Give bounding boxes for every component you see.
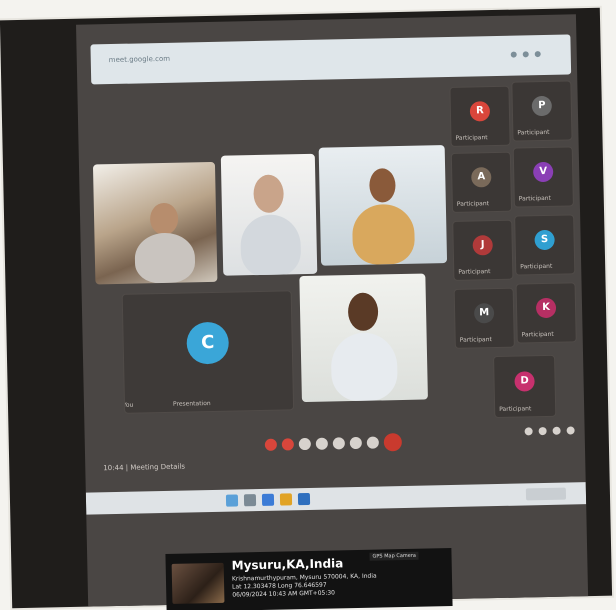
participant-name: Participant [459, 336, 492, 344]
video-tile-elder[interactable] [220, 153, 318, 276]
more-options-icon[interactable] [366, 436, 379, 449]
start-icon[interactable] [225, 494, 239, 507]
avatar: C [186, 321, 230, 365]
raise-hand-icon[interactable] [349, 436, 362, 450]
activities-icon[interactable] [566, 426, 575, 435]
participant-avatar: P [531, 96, 553, 117]
location-city: Mysuru,KA,India [231, 556, 344, 573]
camera-off-icon[interactable] [281, 438, 294, 451]
meeting-controls [264, 433, 403, 454]
meeting-screen: meet.google.com C You Presentation R Par… [76, 14, 589, 607]
participant-face [253, 174, 284, 214]
location-thumbnail [171, 562, 225, 604]
video-tile-woman[interactable] [318, 145, 448, 266]
emoji-icon[interactable] [315, 437, 328, 450]
participant-name: Participant [455, 134, 488, 142]
participant-tile[interactable]: S Participant [514, 214, 576, 276]
participant-face [369, 168, 396, 203]
captions-icon[interactable] [298, 437, 311, 451]
participant-body [240, 214, 302, 276]
system-tray[interactable] [525, 487, 567, 501]
participant-avatar: K [535, 298, 557, 319]
tab-icon[interactable] [510, 51, 517, 58]
video-tile-man[interactable] [299, 273, 428, 403]
address-text: meet.google.com [108, 54, 171, 65]
participant-avatar: S [534, 230, 555, 251]
participant-face [149, 202, 179, 236]
tray-icons [524, 426, 575, 436]
participant-avatar: D [514, 371, 535, 392]
participant-avatar: A [471, 167, 492, 188]
video-tile-avatar[interactable]: C You Presentation [121, 290, 295, 414]
folder-icon[interactable] [279, 493, 293, 506]
participant-name: Participant [499, 405, 532, 413]
location-stamp: GPS Map Camera Mysuru,KA,India Krishnamu… [165, 548, 453, 610]
info-icon[interactable] [524, 427, 533, 436]
participant-tile[interactable]: A Participant [450, 151, 513, 213]
participant-name: Participant [456, 200, 490, 208]
stamp-badge: GPS Map Camera [369, 551, 420, 561]
photo: meet.google.com C You Presentation R Par… [0, 0, 616, 610]
participant-tile[interactable]: J Participant [452, 219, 514, 281]
participant-face [347, 292, 379, 332]
browser-icon[interactable] [261, 493, 275, 506]
present-icon[interactable] [332, 437, 345, 450]
participant-avatar: V [533, 162, 554, 183]
participant-tile[interactable]: V Participant [512, 146, 574, 208]
participant-avatar: R [469, 101, 491, 122]
tab-icon[interactable] [522, 51, 529, 58]
participant-tile[interactable]: D Participant [493, 354, 557, 419]
participant-tile[interactable]: M Participant [453, 287, 515, 349]
participant-tile[interactable]: P Participant [511, 80, 573, 142]
participant-name: Participant [518, 194, 551, 203]
participant-tile[interactable]: K Participant [515, 282, 577, 344]
participant-avatar: J [472, 235, 493, 256]
participant-tile[interactable]: R Participant [449, 85, 511, 147]
browser-address-bar[interactable]: meet.google.com [90, 34, 572, 85]
tile-caption: Presentation [172, 400, 211, 408]
os-taskbar [85, 482, 587, 515]
participant-name: Participant [517, 128, 550, 137]
monitor-frame: meet.google.com C You Presentation R Par… [0, 7, 613, 609]
chat-icon[interactable] [552, 426, 561, 435]
participant-body [330, 332, 398, 402]
search-icon[interactable] [243, 494, 257, 507]
meeting-info: 10:44 | Meeting Details [103, 462, 186, 473]
participant-name: Participant [521, 330, 554, 339]
participant-body [134, 232, 196, 284]
participant-avatar: M [473, 303, 495, 324]
participant-name: Participant [458, 268, 491, 276]
mic-off-icon[interactable] [264, 438, 277, 451]
end-call-button[interactable] [383, 433, 403, 452]
participant-body [351, 203, 416, 266]
app-icon[interactable] [297, 492, 311, 506]
tab-icon[interactable] [534, 51, 541, 58]
location-details: Krishnamurthypuram, Mysuru 570004, KA, I… [232, 571, 442, 599]
people-icon[interactable] [538, 426, 547, 436]
video-tile-room[interactable] [92, 161, 218, 285]
participant-name: Participant [520, 262, 553, 271]
tile-caption: You [122, 401, 134, 409]
